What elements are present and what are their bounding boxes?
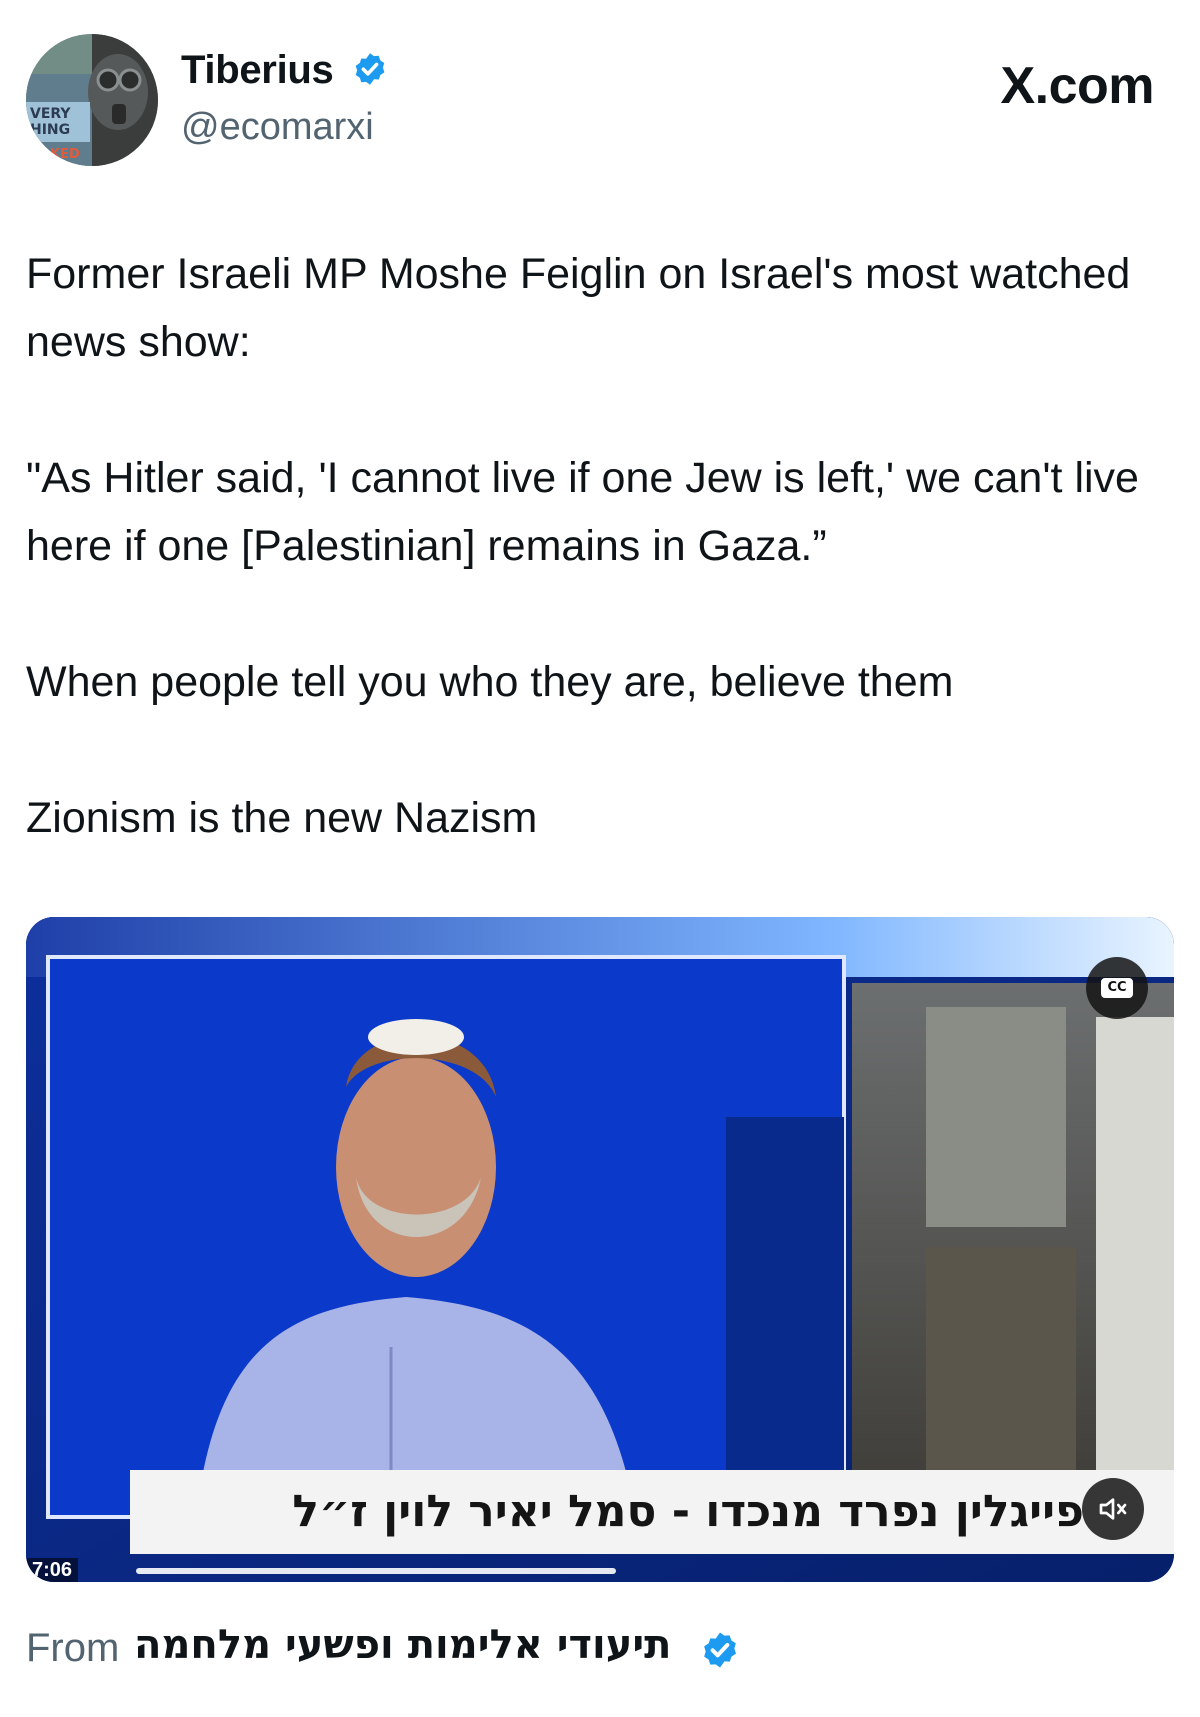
video-timestamp: 7:06 — [26, 1558, 79, 1582]
display-name-text: Tiberius — [181, 48, 334, 92]
tweet-text: Former Israeli MP Moshe Feiglin on Israe… — [26, 240, 1176, 852]
tweet-paragraph-2: "As Hitler said, 'I cannot live if one J… — [26, 454, 1139, 570]
source-verified-badge-icon — [704, 1632, 736, 1668]
tweet-paragraph-1: Former Israeli MP Moshe Feiglin on Israe… — [26, 250, 1131, 366]
tweet-header: VERY HING KED Tiberius @ecomarxi X.com — [26, 34, 1174, 174]
verified-badge-icon — [356, 53, 385, 86]
tweet-paragraph-3: When people tell you who they are, belie… — [26, 658, 954, 706]
source-account-name[interactable]: תיעודי אלימות ופשעי מלחמה — [134, 1622, 671, 1668]
mute-button[interactable] — [1082, 1478, 1144, 1540]
captions-button[interactable]: CC — [1086, 957, 1148, 1019]
display-name[interactable]: Tiberius — [181, 48, 388, 93]
tweet-paragraph-4: Zionism is the new Nazism — [26, 794, 538, 842]
closed-captions-icon: CC — [1101, 978, 1133, 998]
news-ticker: פייגלין נפרד מנכדו - סמל יאיר לוין ז״ל — [130, 1470, 1174, 1554]
user-handle[interactable]: @ecomarxi — [181, 106, 374, 149]
video-player[interactable]: CC פייגלין נפרד מנכדו - סמל יאיר לוין ז״… — [26, 917, 1174, 1582]
avatar-text-1: VERY — [30, 106, 71, 122]
source-attribution: From — [26, 1624, 119, 1671]
site-label: X.com — [1000, 57, 1154, 115]
avatar-text-3: KED — [50, 147, 80, 162]
video-progress-bar[interactable] — [136, 1568, 616, 1574]
from-label: From — [26, 1625, 120, 1670]
avatar[interactable]: VERY HING KED — [26, 34, 158, 166]
avatar-text-2: HING — [30, 122, 70, 138]
speaker-muted-icon — [1099, 1498, 1127, 1520]
